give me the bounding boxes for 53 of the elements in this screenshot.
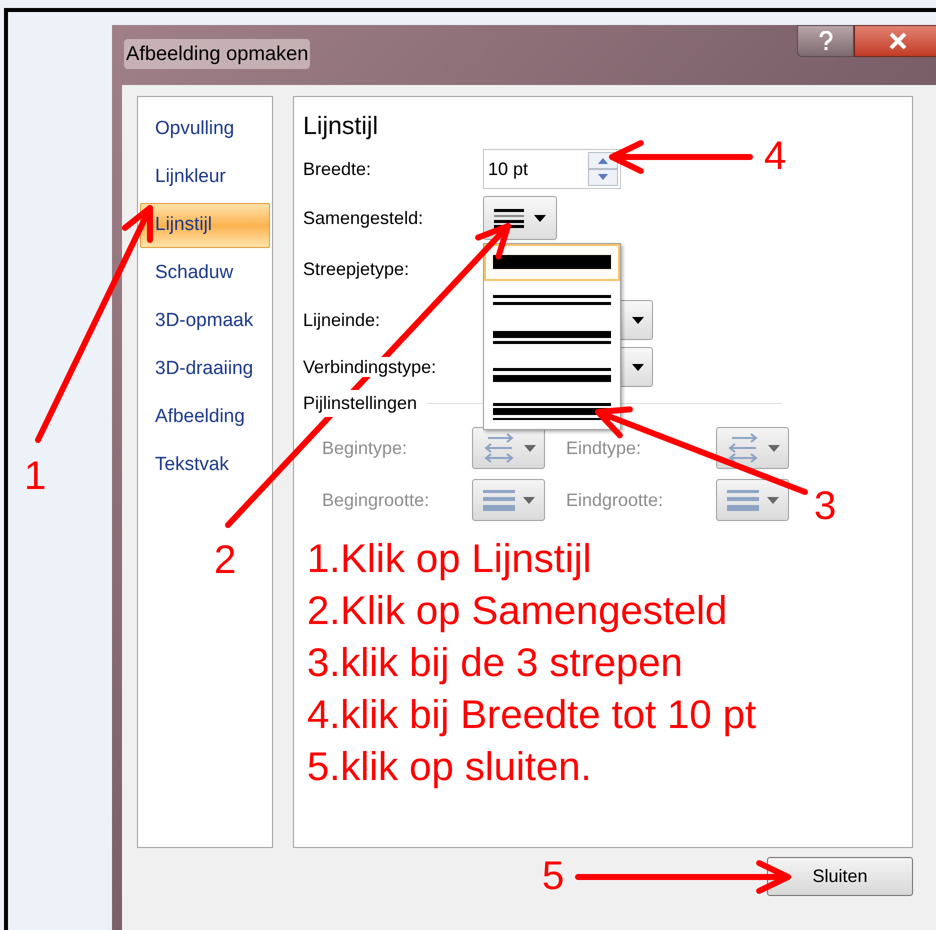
step-number: 2 — [214, 537, 236, 584]
sidebar-item[interactable]: 3D-draaiing — [140, 347, 270, 392]
line-weight-icon — [482, 488, 514, 512]
caret-icon — [632, 364, 644, 370]
section-heading: Pijlinstellingen — [303, 390, 418, 416]
field-label: Samengesteld: — [303, 208, 424, 228]
sidebar-item[interactable]: Lijnkleur — [140, 155, 270, 200]
caret-icon — [524, 444, 536, 452]
caret-icon — [534, 214, 546, 222]
field-label: Begingrootte: — [322, 488, 430, 512]
help-icon — [818, 31, 834, 51]
sidebar-item[interactable]: Opvulling — [140, 107, 270, 152]
arrows-icon — [726, 433, 760, 463]
close-dialog-button[interactable]: Sluiten — [767, 857, 913, 896]
sidebar-item[interactable]: Schaduw — [140, 251, 270, 296]
help-button[interactable] — [797, 25, 854, 57]
window-title: Afbeelding opmaken — [124, 39, 310, 69]
instruction-text: 1.Klik op Lijnstijl — [306, 536, 593, 583]
sidebar-item[interactable]: Tekstvak — [140, 443, 270, 488]
field-label: Eindtype: — [566, 436, 642, 460]
instruction-text: 3.klik bij de 3 strepen — [306, 640, 684, 687]
field-label: Begintype: — [322, 436, 408, 460]
caret-icon — [632, 316, 644, 324]
arrows-icon — [482, 433, 516, 463]
step-number: 1 — [24, 453, 46, 500]
dropdown-button[interactable] — [716, 479, 789, 521]
sidebar-item[interactable]: 3D-opmaak — [140, 299, 270, 344]
width-spin-field[interactable]: 10 pt — [483, 149, 621, 189]
panel-title: Lijnstijl — [303, 111, 380, 141]
step-number: 3 — [814, 483, 836, 530]
instruction-text: 2.Klik op Samengesteld — [306, 588, 728, 635]
compound-line-icon — [494, 207, 524, 229]
dropdown-button[interactable] — [716, 427, 789, 469]
spin-arrows-icon[interactable] — [588, 152, 618, 186]
field-label: Eindgrootte: — [566, 488, 664, 512]
line-style-icon — [493, 402, 611, 420]
step-number: 4 — [764, 133, 786, 180]
menu-option[interactable] — [484, 244, 620, 281]
instruction-text: 4.klik bij Breedte tot 10 pt — [306, 692, 758, 739]
line-weight-icon — [726, 488, 758, 512]
line-style-icon — [493, 254, 611, 272]
sidebar-item[interactable]: Afbeelding — [140, 395, 270, 440]
caret-icon — [768, 444, 780, 452]
sidebar-item[interactable]: Lijnstijl — [140, 203, 270, 248]
width-value: 10 pt — [488, 158, 528, 181]
close-icon — [888, 32, 908, 50]
caret-icon — [522, 496, 534, 504]
step-number: 5 — [542, 853, 564, 900]
close-button[interactable] — [854, 25, 936, 57]
field-label: Verbindingstype: — [303, 356, 436, 376]
instruction-text: 5.klik op sluiten. — [306, 744, 593, 791]
caret-icon — [766, 496, 778, 504]
compound-type-dropdown[interactable] — [483, 196, 557, 240]
